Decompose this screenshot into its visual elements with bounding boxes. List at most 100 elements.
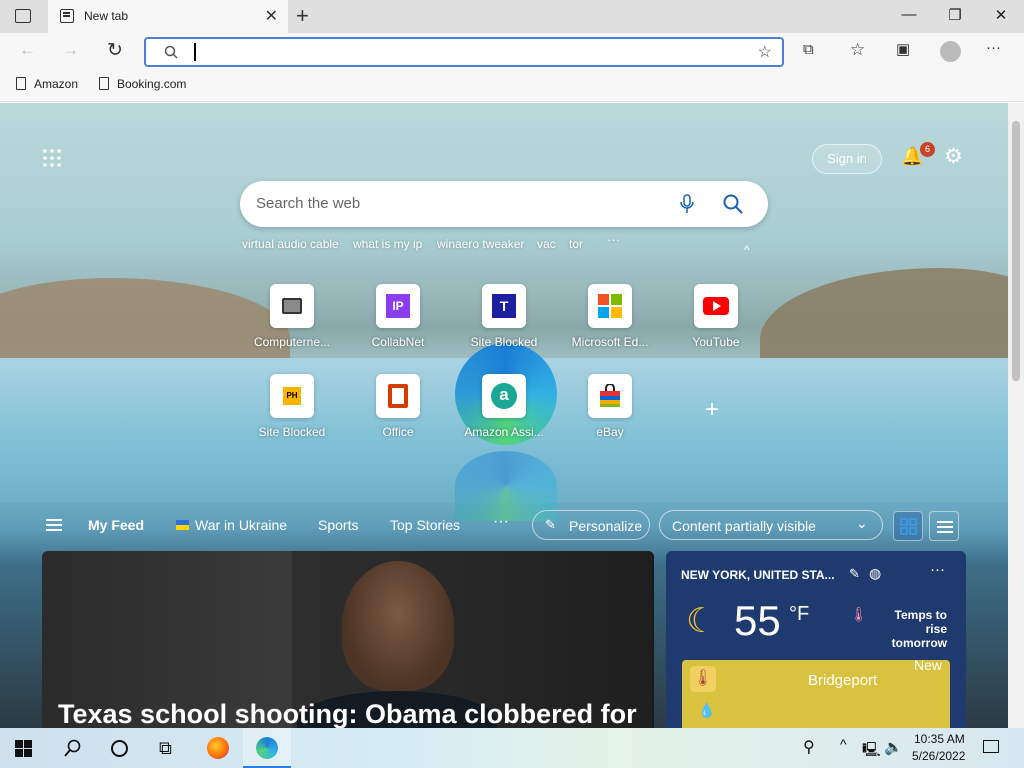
map-city-label: Bridgeport	[808, 672, 878, 689]
hero-image-subject	[342, 561, 454, 691]
quick-link-collabnet[interactable]: IP CollabNet	[348, 284, 448, 349]
youtube-icon	[694, 284, 738, 328]
favorites-icon[interactable]: ☆	[850, 40, 865, 60]
app-launcher-icon[interactable]	[43, 149, 61, 167]
tab-war-in-ukraine[interactable]: War in Ukraine	[176, 517, 287, 533]
suggestion-chip[interactable]: virtual audio cable	[242, 237, 339, 251]
web-search-box[interactable]: Search the web	[240, 181, 768, 227]
temperature-unit: °F	[789, 603, 810, 625]
add-quick-link-button[interactable]: +	[705, 396, 719, 424]
bookmarks-bar: Amazon Booking.com	[0, 70, 1024, 102]
quick-link-site-blocked[interactable]: T Site Blocked	[454, 284, 554, 349]
weather-card[interactable]: NEW YORK, UNITED STA... ✎ ◍ ··· ☾ 55 °F …	[666, 551, 966, 728]
edge-taskbar-button[interactable]	[243, 728, 291, 768]
forward-button[interactable]: →	[62, 40, 79, 60]
task-view-icon[interactable]: ⧉	[159, 738, 172, 759]
tab-new-tab[interactable]: New tab ✕	[48, 0, 288, 33]
suggestion-chip[interactable]: tor	[569, 237, 583, 251]
tab-top-stories[interactable]: Top Stories	[390, 517, 460, 533]
clock-time[interactable]: 10:35 AM	[914, 732, 965, 746]
tab-actions-icon[interactable]	[15, 9, 31, 23]
network-icon[interactable]: 🖳	[862, 739, 881, 763]
weather-location: NEW YORK, UNITED STA...	[681, 568, 835, 582]
quick-link-amazon-assistant[interactable]: a Amazon Assi...	[454, 374, 554, 439]
thermometer-icon: 🌡	[850, 606, 868, 622]
address-bar[interactable]: ☆	[144, 37, 784, 67]
personalize-button[interactable]: ✎ Personalize	[532, 510, 650, 540]
page-settings-gear-icon[interactable]: ⚙	[944, 144, 963, 169]
tab-sports[interactable]: Sports	[318, 517, 358, 533]
bookmark-label: Booking.com	[117, 77, 187, 91]
bookmark-booking[interactable]: Booking.com	[99, 77, 186, 91]
profile-avatar[interactable]	[940, 41, 961, 62]
notification-badge: 6	[920, 142, 935, 157]
feed-navigation: My Feed War in Ukraine Sports Top Storie…	[0, 501, 1008, 551]
cortana-icon[interactable]	[111, 740, 128, 757]
suggestion-chip[interactable]: winaero tweaker	[437, 237, 524, 251]
temperature-layer-icon[interactable]: 🌡	[690, 666, 716, 692]
grid-icon	[900, 518, 917, 535]
personalize-label: Personalize	[569, 518, 643, 534]
ukraine-flag-icon	[176, 520, 189, 530]
tab-strip: New tab ✕ + — ❐ ✕	[0, 0, 1024, 33]
bookmark-amazon[interactable]: Amazon	[16, 77, 78, 91]
more-suggestions-button[interactable]: ···	[607, 232, 620, 247]
quick-link-site-blocked-2[interactable]: PH Site Blocked	[242, 374, 342, 439]
firefox-icon[interactable]	[207, 737, 229, 759]
windows-start-icon[interactable]	[15, 740, 32, 757]
windows-taskbar: ⧉ ⚲ ^ 🖳 🔈 10:35 AM 5/26/2022	[0, 728, 1024, 768]
back-button[interactable]: ←	[19, 40, 36, 60]
microsoft-icon	[588, 284, 632, 328]
content-visibility-dropdown[interactable]: Content partially visible ⌄	[659, 510, 883, 540]
close-window-button[interactable]: ✕	[991, 6, 1011, 24]
weather-more-button[interactable]: ···	[930, 561, 945, 578]
globe-icon[interactable]: ◍	[869, 565, 881, 582]
action-center-icon[interactable]	[983, 740, 999, 753]
settings-menu-button[interactable]: ···	[986, 39, 1001, 56]
edit-location-icon[interactable]: ✎	[849, 566, 860, 582]
ph-icon: PH	[270, 374, 314, 418]
collapse-chevron-icon[interactable]: ^	[744, 243, 750, 257]
tab-close-icon[interactable]: ✕	[265, 6, 278, 26]
collections-icon[interactable]: ▣	[896, 40, 910, 58]
show-hidden-icons-chevron-icon[interactable]: ^	[840, 736, 847, 752]
quick-link-computerne[interactable]: Computerne...	[242, 284, 342, 349]
clock-date[interactable]: 5/26/2022	[912, 749, 965, 763]
new-tab-button[interactable]: +	[296, 3, 309, 29]
volume-icon[interactable]: 🔈	[884, 738, 903, 756]
t-icon: T	[482, 284, 526, 328]
scrollbar-thumb[interactable]	[1012, 121, 1020, 381]
quick-link-office[interactable]: Office	[348, 374, 448, 439]
page-scrollbar[interactable]	[1008, 103, 1024, 728]
refresh-button[interactable]: ↻	[107, 39, 123, 62]
quick-link-label: CollabNet	[371, 335, 425, 349]
hero-news-card[interactable]: Texas school shooting: Obama clobbered f…	[42, 551, 654, 728]
quick-link-ebay[interactable]: eBay	[560, 374, 660, 439]
ip-icon: IP	[376, 284, 420, 328]
quick-link-label: Site Blocked	[470, 335, 538, 349]
more-topics-button[interactable]: ···	[493, 513, 509, 531]
people-icon[interactable]: ⚲	[803, 737, 815, 757]
extensions-icon[interactable]: ⧉	[803, 41, 814, 58]
weather-map[interactable]: 🌡 💧 Bridgeport New	[682, 657, 950, 728]
list-layout-button[interactable]	[929, 511, 959, 541]
precipitation-layer-icon[interactable]: 💧	[698, 702, 715, 719]
shopping-bag-icon	[588, 374, 632, 418]
minimize-button[interactable]: —	[899, 6, 919, 23]
new-tab-page: Sign in 🔔 6 ⚙ Search the web virtual aud…	[0, 103, 1008, 728]
tab-my-feed[interactable]: My Feed	[88, 517, 144, 533]
restore-button[interactable]: ❐	[945, 6, 965, 24]
sign-in-button[interactable]: Sign in	[812, 144, 882, 174]
microphone-icon[interactable]	[680, 194, 694, 214]
quick-link-youtube[interactable]: YouTube	[666, 284, 766, 349]
chevron-down-icon: ⌄	[856, 515, 868, 531]
search-icon[interactable]	[64, 739, 82, 757]
add-favorite-icon[interactable]: ☆	[758, 42, 772, 62]
feed-menu-icon[interactable]	[46, 519, 62, 521]
quick-link-microsoft-edge[interactable]: Microsoft Ed...	[560, 284, 660, 349]
suggestion-chip[interactable]: what is my ip	[353, 237, 422, 251]
suggestion-chip[interactable]: vac	[537, 237, 556, 251]
search-submit-icon[interactable]	[723, 194, 743, 214]
grid-layout-button[interactable]	[893, 511, 923, 541]
computer-icon	[270, 284, 314, 328]
